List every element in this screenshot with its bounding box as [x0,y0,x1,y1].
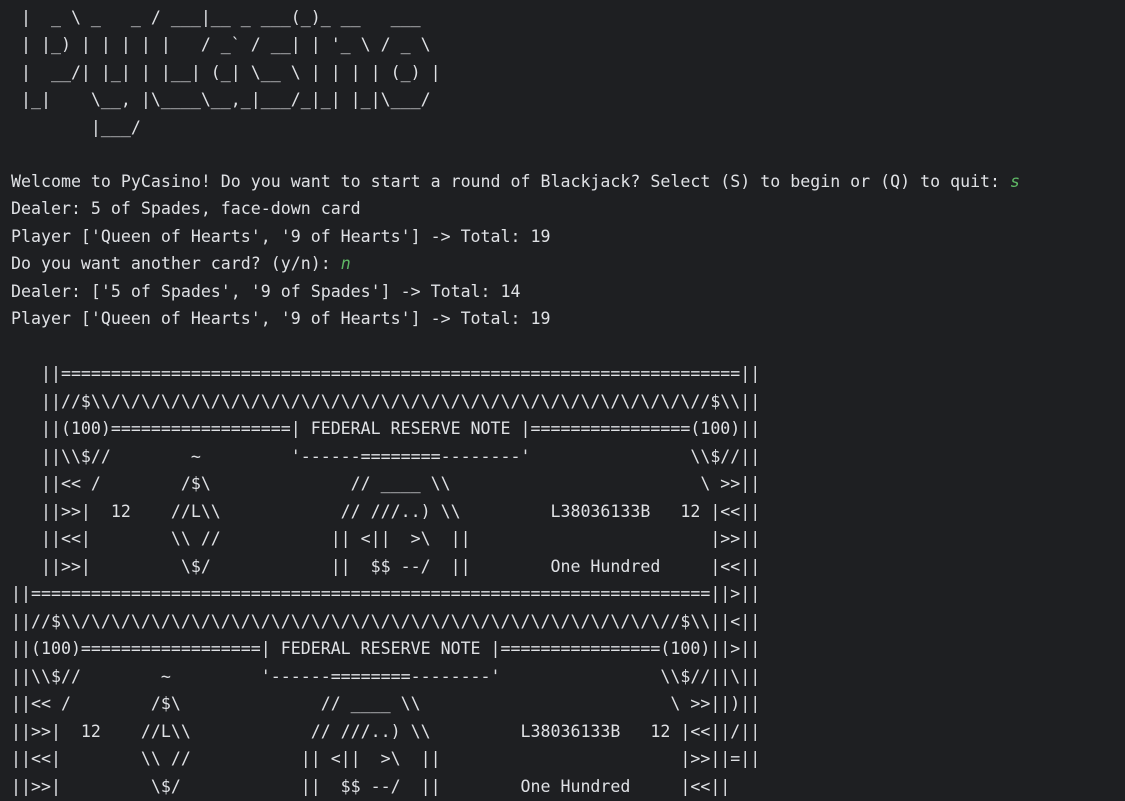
bill-art-line: ||>>| 12 //L\\ // ///..) \\ L38036133B 1… [11,722,761,741]
bill-art-line: ||\\$// ~ '------========--------' \\$//… [11,667,761,686]
player-final-line: Player ['Queen of Hearts', '9 of Hearts'… [11,309,551,328]
bill-art-line: ||======================================… [11,364,761,383]
bill-art-line: ||>>| 12 //L\\ // ///..) \\ L38036133B 1… [11,502,761,521]
dealer-initial-line: Dealer: 5 of Spades, face-down card [11,199,361,218]
user-input: n [340,254,351,273]
bill-art-line: ||<< / /$\ // ____ \\ \ >>||)|| [11,694,761,713]
bill-art-line: ||//$\\/\/\/\/\/\/\/\/\/\/\/\/\/\/\/\/\/… [11,612,761,631]
bill-art-line: ||<<| \\ // || <|| >\ || |>>|| [11,529,761,548]
bill-art-line: ||>>| \$/ || $$ --/ || One Hundred |<<|| [11,777,731,796]
bill-art-line: ||(100)==================| FEDERAL RESER… [11,639,761,658]
bill-art-line: ||======================================… [11,584,761,603]
welcome-prompt: Welcome to PyCasino! Do you want to star… [11,168,1020,195]
bill-art-line: ||<< / /$\ // ____ \\ \ >>|| [11,474,761,493]
bill-art-line: ||>>| \$/ || $$ --/ || One Hundred |<<|| [11,557,761,576]
banner-line: | |_) | | | | | / _` / __| | '_ \ / _ \ [11,35,431,54]
banner-line: |___/ [11,118,141,137]
hit-prompt: Do you want another card? (y/n): n [11,250,351,277]
bill-art-line: ||<<| \\ // || <|| >\ || |>>||=|| [11,749,761,768]
banner-line: |_| \__, |\____\__,_|___/_|_| |_|\___/ [11,90,431,109]
prompt-text: Welcome to PyCasino! Do you want to star… [11,172,1011,191]
banner-line: | _ \ _ _ / ___|__ _ ___(_)_ __ ___ [11,8,421,27]
dealer-final-line: Dealer: ['5 of Spades', '9 of Spades'] -… [11,282,521,301]
bill-art-line: ||//$\\/\/\/\/\/\/\/\/\/\/\/\/\/\/\/\/\/… [11,392,761,411]
banner-line: | __/| |_| | |__| (_| \__ \ | | | | (_) … [11,63,441,82]
player-hand-line: Player ['Queen of Hearts', '9 of Hearts'… [11,227,551,246]
user-input: s [1010,172,1021,191]
prompt-text: Do you want another card? (y/n): [11,254,341,273]
bill-art-line: ||(100)==================| FEDERAL RESER… [11,419,761,438]
bill-art-line: ||\\$// ~ '------========--------' \\$//… [11,447,761,466]
terminal-output[interactable]: | _ \ _ _ / ___|__ _ ___(_)_ __ ___ | |_… [0,0,1125,801]
